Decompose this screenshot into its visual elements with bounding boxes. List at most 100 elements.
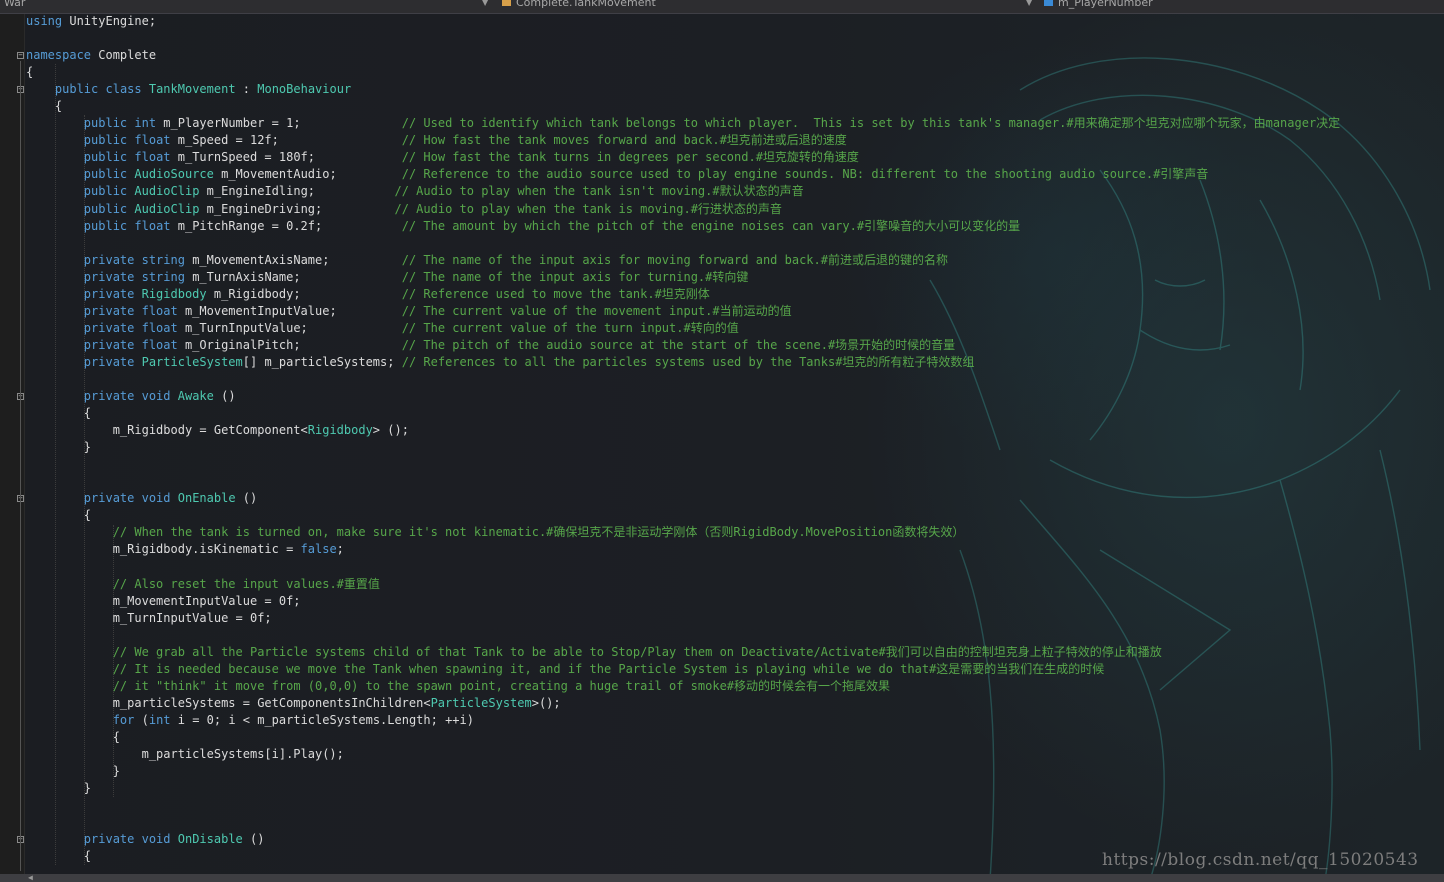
- code-line: }: [26, 763, 1340, 780]
- class-icon: [502, 0, 511, 6]
- code-text: m_Rigidbody = GetComponent<: [26, 423, 308, 438]
- code-text: {: [26, 508, 92, 523]
- code-text: m_particleSystems[i].Play();: [26, 747, 344, 762]
- code-line: private void Awake (): [26, 388, 1340, 405]
- code-text: m_TurnSpeed = 180f;: [170, 150, 402, 165]
- navigation-bar: War ▼ Complete.TankMovement ▼ m_PlayerNu…: [0, 0, 1444, 14]
- code-line: public AudioSource m_MovementAudio; // R…: [26, 166, 1340, 183]
- code-text: Complete: [91, 48, 157, 63]
- code-keyword: private: [83, 303, 135, 318]
- code-keyword: private: [83, 286, 135, 301]
- code-text: (): [242, 832, 265, 847]
- code-keyword: void: [141, 389, 171, 404]
- code-keyword: private: [83, 252, 135, 267]
- code-line: public int m_PlayerNumber = 1; // Used t…: [26, 115, 1340, 132]
- code-line: for (int i = 0; i < m_particleSystems.Le…: [26, 712, 1340, 729]
- code-type: ParticleSystem: [430, 695, 532, 710]
- code-comment: // The name of the input axis for moving…: [401, 252, 948, 267]
- code-type: AudioClip: [134, 184, 200, 199]
- code-text: {: [26, 406, 92, 421]
- scroll-left-icon[interactable]: ◀: [28, 874, 33, 882]
- code-keyword: string: [141, 269, 185, 284]
- code-type: Rigidbody: [141, 286, 207, 301]
- collapse-namespace-icon[interactable]: −: [17, 52, 24, 60]
- code-comment: // How fast the tank turns in degrees pe…: [401, 150, 859, 165]
- member-scope-dropdown[interactable]: m_PlayerNumber: [1044, 0, 1440, 12]
- code-text: m_Rigidbody.isKinematic =: [26, 542, 301, 557]
- code-keyword: float: [141, 303, 178, 318]
- code-type: MonoBehaviour: [257, 82, 352, 97]
- code-comment: // Audio to play when the tank is moving…: [394, 201, 782, 216]
- code-line: m_particleSystems[i].Play();: [26, 746, 1340, 763]
- code-comment: // Audio to play when the tank isn't mov…: [394, 184, 804, 199]
- chevron-down-icon: ▼: [1026, 0, 1033, 7]
- code-keyword: float: [134, 150, 171, 165]
- code-text: m_PlayerNumber = 1;: [156, 116, 402, 131]
- code-comment: // How fast the tank moves forward and b…: [401, 133, 847, 148]
- code-text: (): [235, 491, 258, 506]
- code-keyword: public: [83, 201, 128, 216]
- horizontal-scrollbar[interactable]: ◀: [0, 874, 1444, 882]
- code-keyword: public: [83, 133, 128, 148]
- code-line: m_MovementInputValue = 0f;: [26, 593, 1340, 610]
- code-keyword: string: [141, 252, 185, 267]
- code-text: {: [26, 729, 120, 744]
- code-line: private string m_TurnAxisName; // The na…: [26, 269, 1340, 286]
- type-scope-dropdown[interactable]: Complete.TankMovement ▼: [502, 0, 1036, 12]
- code-line: private float m_TurnInputValue; // The c…: [26, 320, 1340, 337]
- outlining-margin: −−−−−: [0, 0, 24, 882]
- code-keyword: float: [134, 218, 171, 233]
- code-type: Awake: [177, 389, 214, 404]
- code-comment: // Used to identify which tank belongs t…: [401, 116, 1341, 131]
- project-dropdown[interactable]: War ▼: [4, 0, 492, 12]
- code-line: {: [26, 405, 1340, 422]
- code-text: m_particleSystems = GetComponentsInChild…: [26, 695, 431, 710]
- code-comment: // Reference used to move the tank.#坦克刚体: [401, 286, 710, 301]
- code-text: m_Speed = 12f;: [170, 133, 402, 148]
- code-keyword: false: [300, 542, 337, 557]
- code-keyword: int: [134, 116, 157, 131]
- code-text: m_TurnInputValue = 0f;: [26, 610, 272, 625]
- code-editor[interactable]: using UnityEngine; namespace Complete { p…: [26, 13, 1340, 865]
- code-keyword: namespace: [26, 48, 92, 63]
- code-comment: // When the tank is turned on, make sure…: [112, 525, 965, 540]
- code-line: {: [26, 98, 1340, 115]
- code-keyword: private: [83, 832, 135, 847]
- watermark: https://blog.csdn.net/qq_15020543: [1102, 850, 1419, 870]
- code-comment: // The current value of the turn input.#…: [401, 320, 739, 335]
- code-line: m_TurnInputValue = 0f;: [26, 610, 1340, 627]
- code-text: >();: [531, 695, 561, 710]
- code-text: m_EngineIdling;: [199, 184, 395, 199]
- code-line: using UnityEngine;: [26, 13, 1340, 30]
- outline-connector: [20, 61, 21, 872]
- code-keyword: float: [134, 133, 171, 148]
- code-line: private string m_MovementAxisName; // Th…: [26, 252, 1340, 269]
- code-line: private float m_MovementInputValue; // T…: [26, 303, 1340, 320]
- code-text: {: [26, 849, 92, 864]
- code-keyword: float: [141, 337, 178, 352]
- code-text: m_TurnAxisName;: [184, 269, 402, 284]
